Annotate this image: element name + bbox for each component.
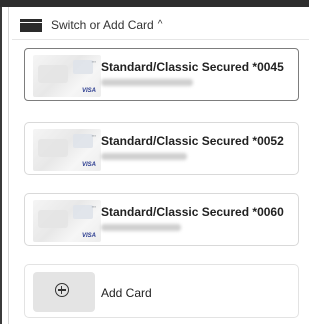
card-title: Standard/Classic Secured *0060 [101, 205, 284, 219]
add-card-label: Add Card [101, 286, 152, 300]
header-label: Switch or Add Card [51, 18, 154, 32]
masked-card-detail [101, 79, 193, 86]
card-thumbnail: ▪▪▪ VISA [33, 129, 101, 171]
header-divider [12, 39, 309, 40]
credit-card-icon [20, 18, 42, 32]
add-card-button[interactable]: Add Card [24, 264, 299, 318]
card-title: Standard/Classic Secured *0045 [101, 60, 284, 74]
card-option-0045[interactable]: ▪▪▪ VISA Standard/Classic Secured *0045 [24, 48, 299, 101]
visa-logo: VISA [81, 162, 96, 168]
add-card-tile [33, 272, 95, 312]
masked-card-detail [101, 224, 181, 231]
plus-circle-icon [55, 283, 69, 297]
card-option-0052[interactable]: ▪▪▪ VISA Standard/Classic Secured *0052 [24, 122, 299, 175]
masked-card-detail [101, 153, 187, 160]
card-thumbnail: ▪▪▪ VISA [33, 200, 101, 242]
chevron-up-icon: ^ [157, 19, 163, 30]
switch-or-add-card-toggle[interactable]: Switch or Add Card ^ [20, 16, 162, 34]
card-option-0060[interactable]: ▪▪▪ VISA Standard/Classic Secured *0060 [24, 193, 299, 246]
left-edge [0, 7, 9, 324]
visa-logo: VISA [81, 88, 96, 94]
card-title: Standard/Classic Secured *0052 [101, 134, 284, 148]
window-top-bar [0, 0, 309, 7]
visa-logo: VISA [81, 233, 96, 239]
card-switcher-panel: Switch or Add Card ^ ▪▪▪ VISA Standard/C… [0, 0, 309, 324]
card-thumbnail: ▪▪▪ VISA [33, 55, 101, 97]
